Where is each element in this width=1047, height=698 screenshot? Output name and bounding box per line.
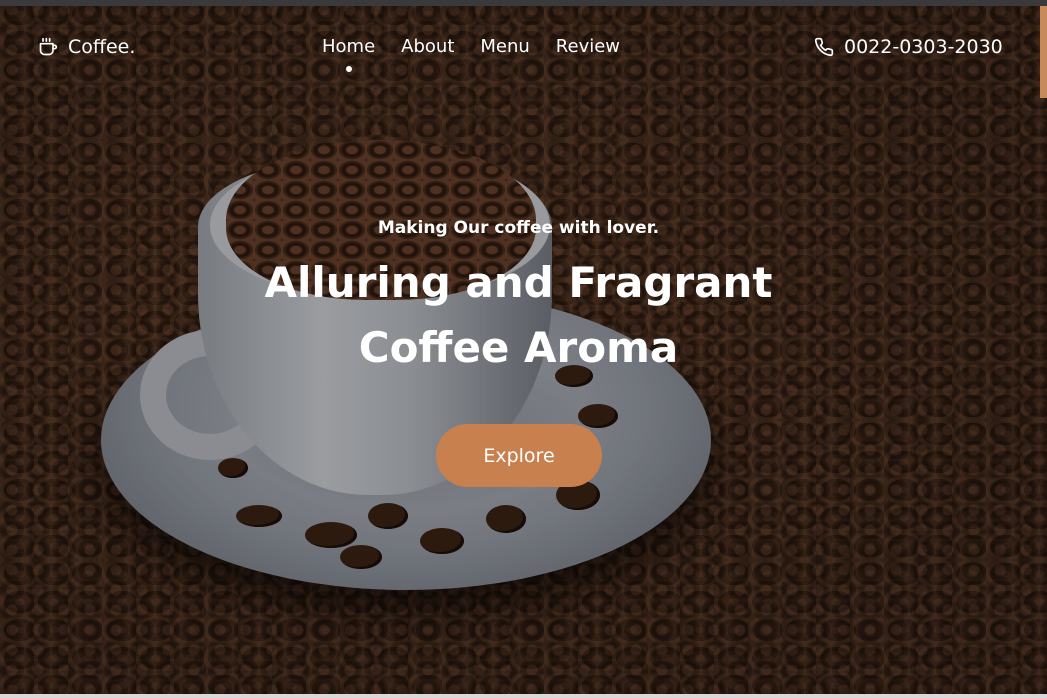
coffee-cup-icon: [39, 37, 58, 56]
nav-item-menu[interactable]: Menu: [480, 36, 529, 57]
nav-item-review[interactable]: Review: [556, 36, 620, 57]
nav-item-home[interactable]: Home: [322, 36, 375, 72]
main-nav: Home About Menu Review: [322, 36, 620, 72]
headline-line-2: Coffee Aroma: [358, 323, 679, 372]
nav-item-about[interactable]: About: [401, 36, 454, 57]
hero-headline: Alluring and Fragrant Coffee Aroma: [0, 250, 1037, 380]
phone-contact[interactable]: 0022-0303-2030: [814, 36, 1003, 58]
phone-number: 0022-0303-2030: [844, 36, 1003, 58]
explore-button[interactable]: Explore: [436, 424, 602, 487]
logo-text: Coffee.: [68, 36, 136, 58]
phone-icon: [814, 37, 834, 57]
headline-line-1: Alluring and Fragrant: [264, 258, 773, 307]
logo[interactable]: Coffee.: [38, 36, 135, 58]
hero-tagline: Making Our coffee with lover.: [377, 218, 660, 238]
browser-bottom-edge: [0, 694, 1047, 698]
browser-top-edge: [0, 0, 1047, 6]
scrollbar-thumb[interactable]: [1040, 6, 1047, 98]
